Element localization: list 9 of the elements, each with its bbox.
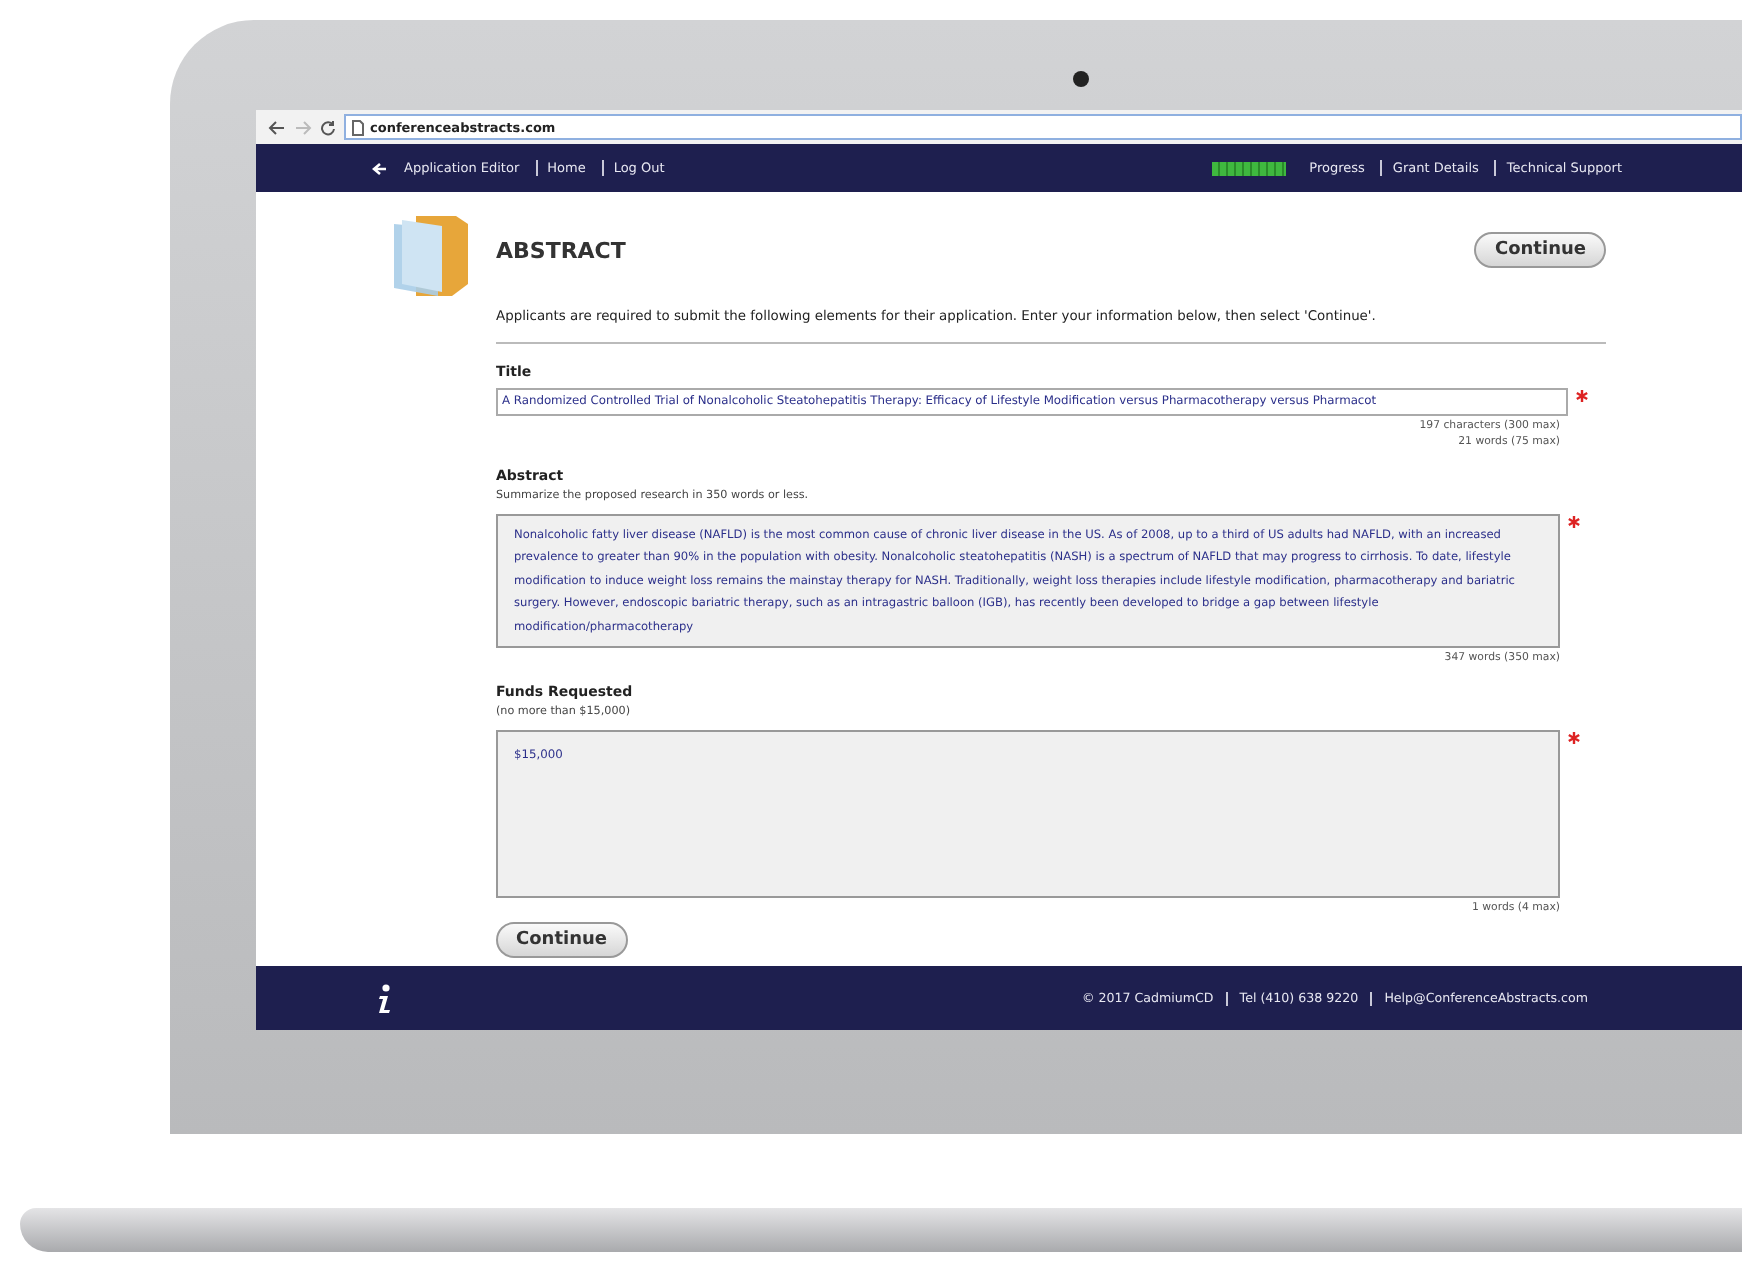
reload-icon[interactable] — [320, 119, 336, 135]
continue-button[interactable]: Continue — [496, 922, 628, 959]
continue-button[interactable]: Continue — [1474, 232, 1606, 268]
page-title: ABSTRACT — [496, 237, 626, 263]
page-icon — [352, 119, 364, 135]
info-icon[interactable] — [376, 983, 392, 1014]
camera-icon — [1072, 70, 1090, 88]
back-arrow-icon — [372, 161, 388, 175]
back-arrow-icon[interactable] — [268, 119, 286, 135]
